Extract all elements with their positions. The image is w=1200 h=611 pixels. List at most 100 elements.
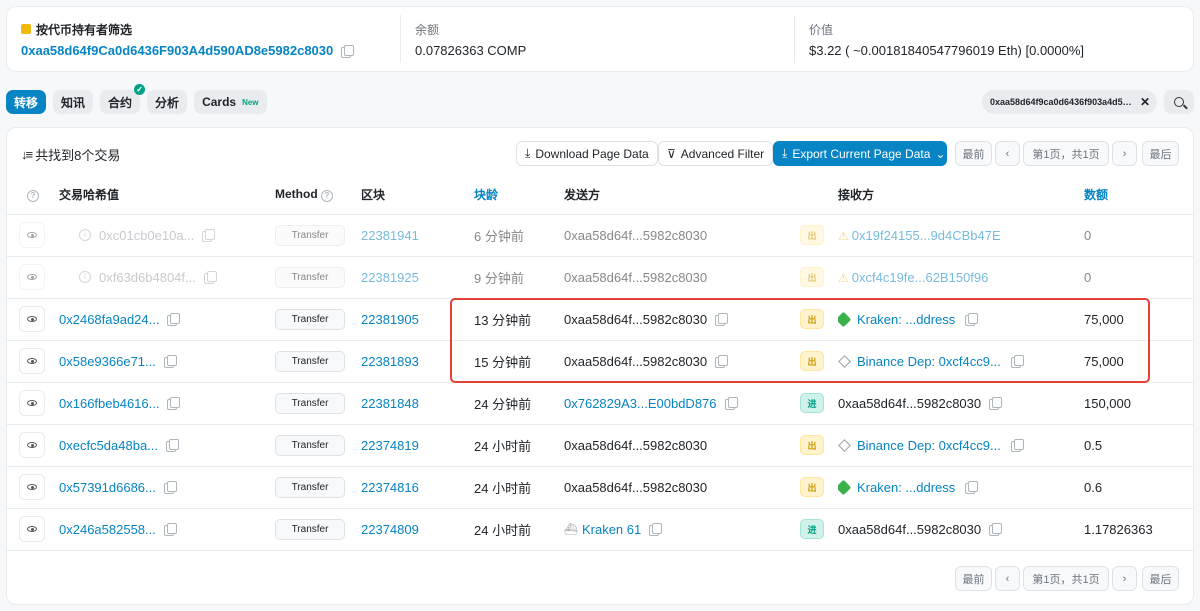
copy-icon[interactable] — [989, 397, 1003, 410]
copy-icon[interactable] — [649, 523, 663, 536]
tab-contract[interactable]: 合约 ✓ — [100, 84, 146, 114]
page-prev-button[interactable]: ‹ — [995, 141, 1020, 166]
copy-icon[interactable] — [163, 523, 177, 536]
chevron-down-icon: ⌄ — [935, 146, 946, 161]
page-next-button[interactable]: › — [1112, 566, 1137, 591]
to-address-link[interactable]: Binance Dep: 0xcf4cc9... — [857, 438, 1001, 453]
tx-hash-link[interactable]: 0x57391d6686... — [59, 480, 156, 495]
to-address-link[interactable]: Kraken: ...ddress — [857, 480, 955, 495]
to-address-link[interactable]: 0x19f24155...9d4CBb47E — [852, 228, 1001, 243]
block-link[interactable]: 22381941 — [361, 228, 419, 243]
copy-icon[interactable] — [203, 271, 217, 284]
page-first-button[interactable]: 最前 — [955, 141, 992, 166]
eye-icon[interactable] — [19, 222, 45, 248]
copy-icon[interactable] — [1010, 439, 1024, 452]
address-filter-pill[interactable]: 0xaa58d64f9ca0d6436f903a4d590ad8e5982c80… — [982, 90, 1157, 114]
info-icon: i — [79, 229, 91, 241]
copy-icon[interactable] — [715, 313, 729, 326]
copy-icon[interactable] — [715, 355, 729, 368]
eye-icon[interactable] — [19, 306, 45, 332]
block-link[interactable]: 22381848 — [361, 396, 419, 411]
page-last-button[interactable]: 最后 — [1142, 566, 1179, 591]
table-row: 0x58e9366e71... Transfer 22381893 15 分钟前… — [7, 340, 1193, 383]
copy-icon[interactable] — [163, 481, 177, 494]
help-icon[interactable]: ? — [27, 190, 39, 203]
to-address-link[interactable]: Kraken: ...ddress — [857, 312, 955, 327]
eye-icon[interactable] — [19, 516, 45, 542]
to-address-link[interactable]: Binance Dep: 0xcf4cc9... — [857, 354, 1001, 369]
search-button[interactable] — [1164, 90, 1194, 114]
from-address-link[interactable]: Kraken 61 — [582, 522, 641, 537]
eye-icon[interactable] — [19, 348, 45, 374]
tab-transfers[interactable]: 转移 — [6, 90, 47, 114]
block-link[interactable]: 22374816 — [361, 480, 419, 495]
tx-hash-link[interactable]: 0xecfc5da48ba... — [59, 438, 158, 453]
tab-cards[interactable]: Cards New — [194, 90, 267, 114]
filter-address-link[interactable]: 0xaa58d64f9Ca0d6436F903A4d590AD8e5982c80… — [21, 43, 333, 58]
copy-icon[interactable] — [1010, 355, 1024, 368]
eye-icon[interactable] — [19, 390, 45, 416]
amount-cell: 1.17826363 — [1084, 508, 1193, 551]
to-address-link[interactable]: 0xcf4c19fe...62B150f96 — [852, 270, 989, 285]
block-link[interactable]: 22381893 — [361, 354, 419, 369]
table-row: 0x2468fa9ad24... Transfer 22381905 13 分钟… — [7, 298, 1193, 341]
block-link[interactable]: 22381905 — [361, 312, 419, 327]
table-row: i 0xf63d6b4804f... Transfer 22381925 9 分钟… — [7, 256, 1193, 299]
copy-icon[interactable] — [965, 313, 979, 326]
clear-filter-icon[interactable]: ✕ — [1140, 95, 1150, 109]
copy-icon[interactable] — [989, 523, 1003, 536]
copy-icon[interactable] — [163, 355, 177, 368]
method-badge: Transfer — [275, 350, 345, 372]
amount-cell: 75,000 — [1084, 298, 1193, 341]
tab-analytics[interactable]: 分析 — [147, 90, 188, 114]
address-filter-text: 0xaa58d64f9ca0d6436f903a4d590ad8e5982c80… — [990, 97, 1132, 107]
from-address: 0xaa58d64f...5982c8030 — [564, 466, 800, 509]
block-link[interactable]: 22374819 — [361, 438, 419, 453]
eye-icon[interactable] — [19, 474, 45, 500]
download-icon: ⤓ — [782, 146, 788, 160]
amount-cell: 150,000 — [1084, 382, 1193, 425]
block-link[interactable]: 22381925 — [361, 270, 419, 285]
eye-icon[interactable] — [19, 432, 45, 458]
tx-hash-link[interactable]: 0x246a582558... — [59, 522, 156, 537]
tx-hash-link[interactable]: 0x58e9366e71... — [59, 354, 156, 369]
transfers-card: ↓≡ 共找到8个交易 ⤓ Download Page Data ⊽ Advanced … — [6, 127, 1194, 605]
tx-hash-link[interactable]: 0x2468fa9ad24... — [59, 312, 159, 327]
page-indicator: 第1页，共1页 — [1023, 141, 1109, 166]
age-cell: 9 分钟前 — [474, 256, 564, 299]
copy-icon[interactable] — [341, 44, 355, 58]
from-address: 0xaa58d64f...5982c8030 — [564, 424, 800, 467]
page-first-button[interactable]: 最前 — [955, 566, 992, 591]
page-prev-button[interactable]: ‹ — [995, 566, 1020, 591]
export-button[interactable]: ⤓ Export Current Page Data ⌄ — [773, 141, 947, 166]
tab-info[interactable]: 知讯 — [53, 90, 94, 114]
info-icon: i — [79, 271, 91, 283]
holder-filter-section: 按代币持有者筛选 0xaa58d64f9Ca0d6436F903A4d590AD… — [7, 15, 401, 63]
copy-icon[interactable] — [167, 313, 181, 326]
page-last-button[interactable]: 最后 — [1142, 141, 1179, 166]
copy-icon[interactable] — [167, 397, 181, 410]
table-row: i 0xc01cb0e10a... Transfer 22381941 6 分钟前… — [7, 214, 1193, 257]
value-label: 价值 — [809, 22, 834, 37]
help-icon[interactable]: ? — [321, 190, 333, 203]
copy-icon[interactable] — [166, 439, 180, 452]
download-page-data-button[interactable]: ⤓ Download Page Data — [516, 141, 658, 166]
tx-hash-link[interactable]: 0xc01cb0e10a... — [99, 228, 194, 243]
table-header-row: ? 交易哈希值 Method ? 区块 块龄 发送方 接收方 数额 — [7, 176, 1193, 215]
copy-icon[interactable] — [202, 229, 216, 242]
direction-badge: 出 — [800, 225, 824, 245]
copy-icon[interactable] — [965, 481, 979, 494]
col-age[interactable]: 块龄 — [474, 176, 564, 215]
eye-icon[interactable] — [19, 264, 45, 290]
balance-value: 0.07826363 COMP — [415, 43, 527, 58]
tx-hash-link[interactable]: 0x166fbeb4616... — [59, 396, 159, 411]
tx-hash-link[interactable]: 0xf63d6b4804f... — [99, 270, 196, 285]
search-icon — [1174, 97, 1184, 107]
copy-icon[interactable] — [724, 397, 738, 410]
advanced-filter-button[interactable]: ⊽ Advanced Filter — [658, 141, 774, 166]
page-next-button[interactable]: › — [1112, 141, 1137, 166]
binance-icon — [838, 438, 851, 452]
col-amount[interactable]: 数额 — [1084, 176, 1193, 215]
from-address-link[interactable]: 0x762829A3...E00bdD876 — [564, 396, 717, 411]
block-link[interactable]: 22374809 — [361, 522, 419, 537]
